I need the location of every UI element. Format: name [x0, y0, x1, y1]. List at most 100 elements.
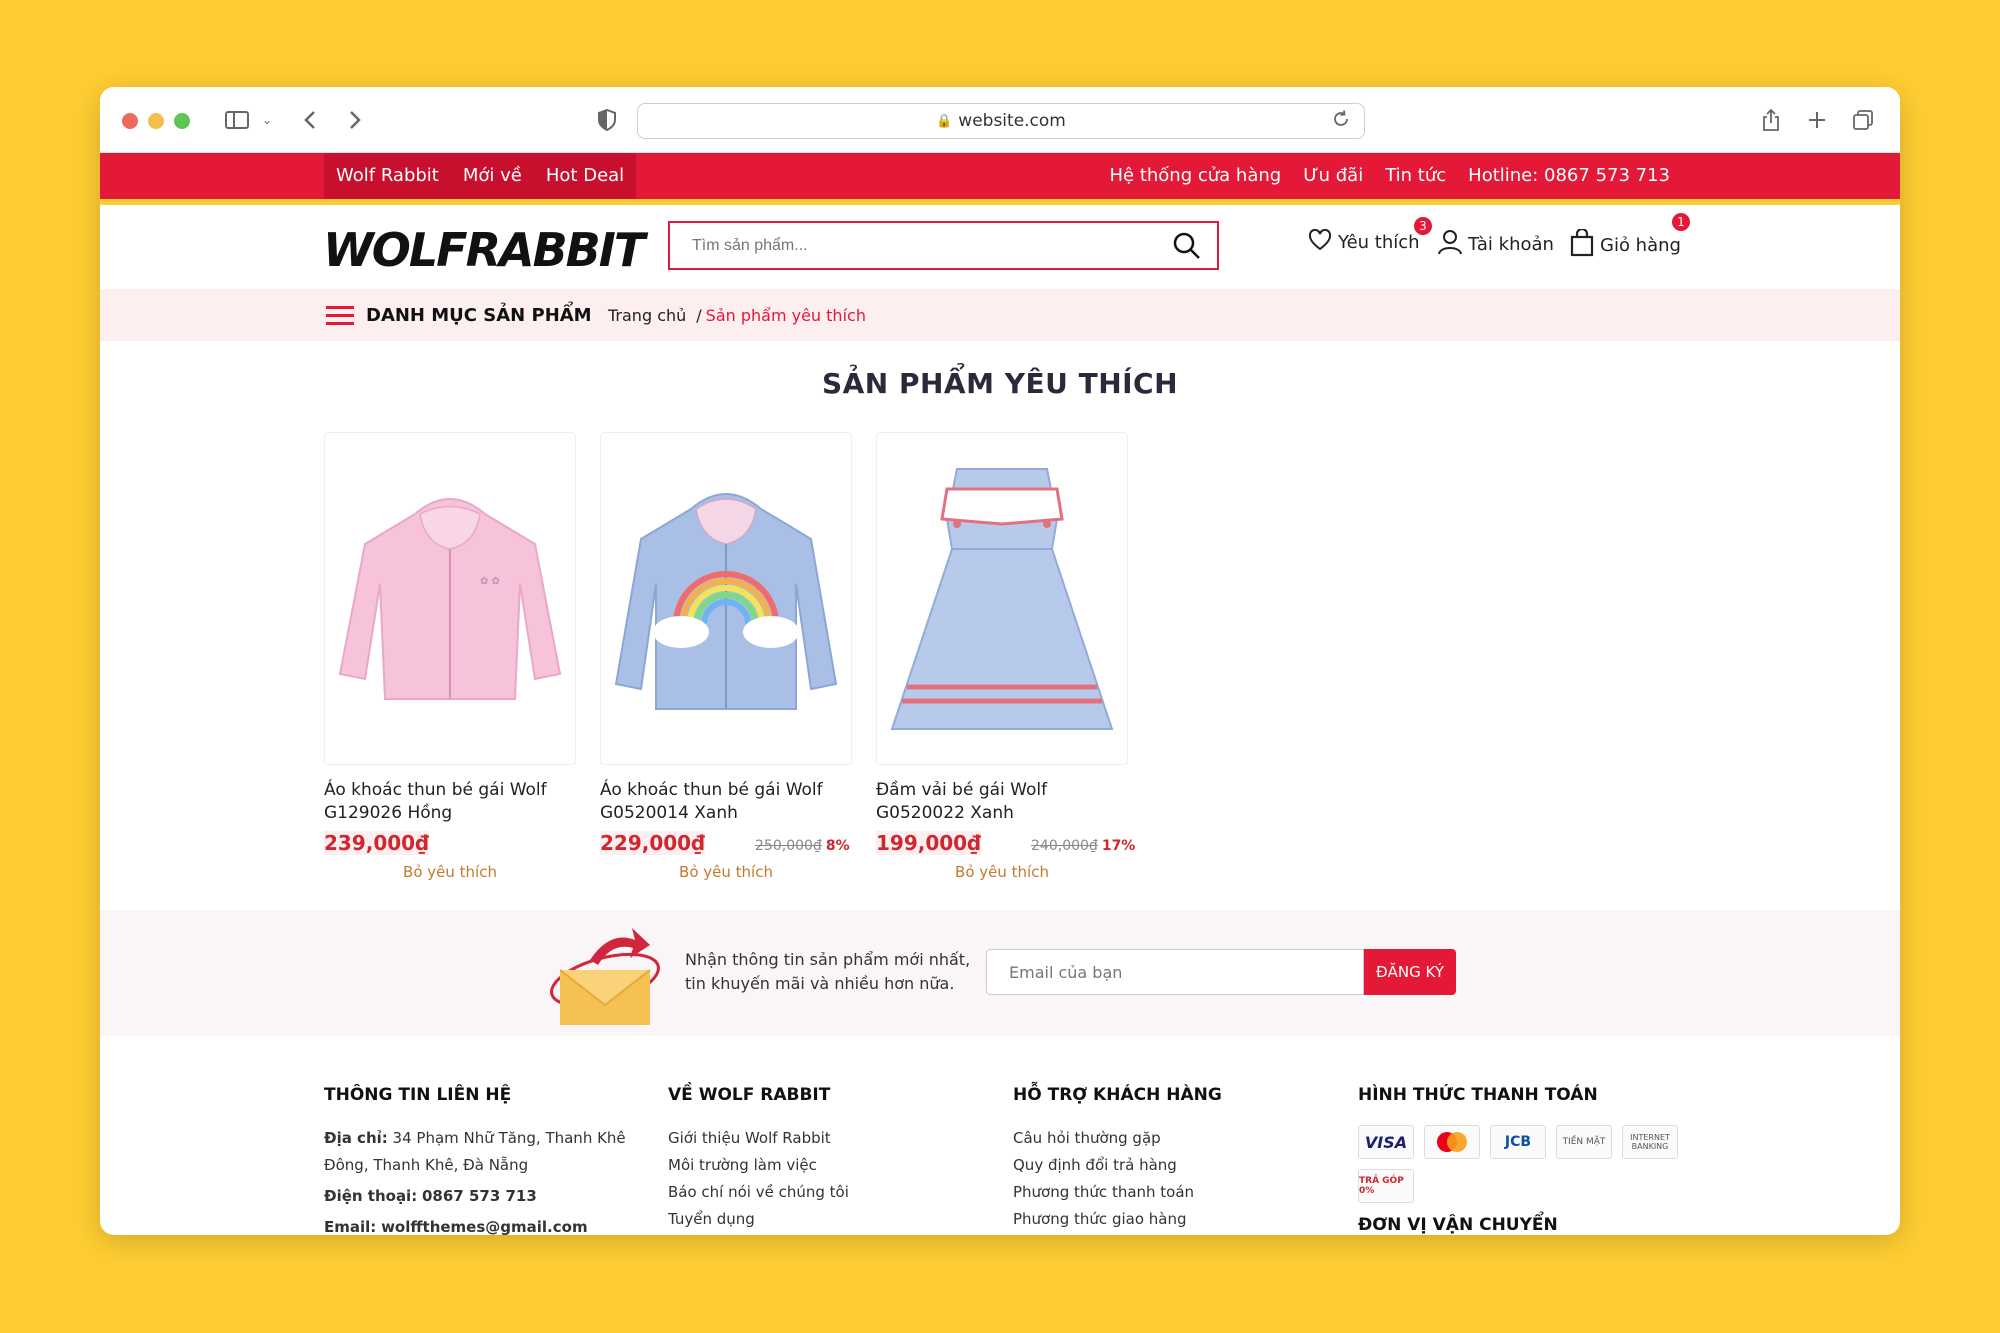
category-menu-button[interactable]: DANH MỤC SẢN PHẨM: [326, 289, 592, 341]
price-row: 199,000₫ 240,000₫ 17%: [876, 831, 1135, 855]
newsletter-text: Nhận thông tin sản phẩm mới nhất, tin kh…: [685, 950, 971, 993]
shopping-bag-icon: [1570, 227, 1594, 262]
search-box: [668, 221, 1219, 270]
product-card: ✿ ✿ Áo khoác thun bé gái Wolf G129026 Hồ…: [324, 432, 576, 881]
search-input[interactable]: [670, 223, 1157, 268]
phone-label: Điện thoại:: [324, 1187, 418, 1205]
email-value[interactable]: wolffthemes@gmail.com: [381, 1218, 588, 1235]
wishlist-link[interactable]: Yêu thích 3: [1308, 215, 1434, 256]
cart-label: Giỏ hàng: [1600, 235, 1681, 256]
nav-link-wolf-rabbit[interactable]: Wolf Rabbit: [324, 153, 451, 199]
cart-link[interactable]: Giỏ hàng 1: [1570, 211, 1692, 262]
cash-icon: TIỀN MẶT: [1556, 1125, 1612, 1159]
minimize-window-button[interactable]: [148, 113, 164, 129]
product-price: 199,000₫: [876, 831, 982, 855]
zoom-window-button[interactable]: [174, 113, 190, 129]
footer-link[interactable]: Tuyển dụng: [668, 1206, 968, 1233]
nav-link-news[interactable]: Tin tức: [1385, 153, 1446, 199]
reload-icon[interactable]: [1332, 110, 1350, 133]
breadcrumb: Trang chủ / Sản phẩm yêu thích: [608, 289, 866, 341]
footer-email: Email: wolffthemes@gmail.com: [324, 1214, 644, 1235]
shield-icon[interactable]: [592, 105, 622, 135]
product-old-price: 240,000₫: [1031, 838, 1098, 854]
share-icon[interactable]: [1756, 105, 1786, 135]
mastercard-icon: [1424, 1125, 1480, 1159]
nav-link-hot-deal[interactable]: Hot Deal: [534, 153, 636, 199]
footer-link[interactable]: Quy định đổi trả hàng: [1013, 1152, 1313, 1179]
forward-icon[interactable]: [340, 105, 370, 135]
product-name[interactable]: Đầm vải bé gái Wolf G0520022 Xanh: [876, 779, 1128, 825]
footer-payment: HÌNH THỨC THANH TOÁN VISA JCB TIỀN MẶT I…: [1358, 1085, 1698, 1235]
hamburger-menu-icon: [326, 301, 354, 330]
browser-toolbar: ⌄ 🔒 website.com: [100, 87, 1900, 153]
product-price: 229,000₫: [600, 831, 706, 855]
url-text: website.com: [958, 111, 1066, 131]
hotline-text[interactable]: Hotline: 0867 573 713: [1468, 153, 1670, 199]
newsletter-subscribe-button[interactable]: ĐĂNG KÝ: [1364, 949, 1456, 995]
back-icon[interactable]: [295, 105, 325, 135]
sidebar-toggle-icon[interactable]: [222, 105, 252, 135]
search-icon[interactable]: [1157, 223, 1217, 268]
account-label: Tài khoản: [1468, 234, 1554, 255]
lock-icon: 🔒: [936, 113, 953, 129]
nav-link-new-arrivals[interactable]: Mới về: [451, 153, 534, 199]
site-header: WOLFRABBIT Yêu thích 3 Tài khoản Giỏ hàn…: [100, 205, 1900, 289]
product-image[interactable]: [876, 432, 1128, 765]
footer-link[interactable]: Giới thiệu Wolf Rabbit: [668, 1125, 968, 1152]
footer-link[interactable]: Phương thức thanh toán: [1013, 1179, 1313, 1206]
new-tab-icon[interactable]: [1802, 105, 1832, 135]
close-window-button[interactable]: [122, 113, 138, 129]
tab-overview-icon[interactable]: [1848, 105, 1878, 135]
heart-icon: [1308, 228, 1332, 256]
footer-link[interactable]: Câu hỏi thường gặp: [1013, 1125, 1313, 1152]
footer-about: VỀ WOLF RABBIT Giới thiệu Wolf Rabbit Mô…: [668, 1085, 968, 1233]
svg-text:✿ ✿: ✿ ✿: [480, 576, 500, 587]
product-name[interactable]: Áo khoác thun bé gái Wolf G129026 Hồng: [324, 779, 576, 825]
hoodie-image-icon: ✿ ✿: [338, 497, 562, 700]
breadcrumb-home[interactable]: Trang chủ: [608, 306, 686, 325]
footer-contact-title: THÔNG TIN LIÊN HỆ: [324, 1085, 512, 1105]
breadcrumb-current: Sản phẩm yêu thích: [705, 305, 866, 325]
chevron-down-icon[interactable]: ⌄: [252, 105, 282, 135]
browser-window: ⌄ 🔒 website.com Wolf Rabbit Mới về Hot D…: [100, 87, 1900, 1235]
wishlist-label: Yêu thích: [1338, 232, 1420, 253]
product-discount: 17%: [1101, 838, 1136, 854]
footer-contact: THÔNG TIN LIÊN HỆ Địa chỉ: 34 Phạm Nhữ T…: [324, 1085, 644, 1235]
remove-from-wishlist-link[interactable]: Bỏ yêu thích: [324, 863, 576, 881]
product-price: 239,000₫: [324, 831, 430, 855]
product-image[interactable]: ✿ ✿: [324, 432, 576, 765]
account-link[interactable]: Tài khoản: [1438, 229, 1554, 260]
product-card: Áo khoác thun bé gái Wolf G0520014 Xanh …: [600, 432, 852, 881]
nav-link-store-system[interactable]: Hệ thống cửa hàng: [1109, 153, 1281, 199]
remove-from-wishlist-link[interactable]: Bỏ yêu thích: [600, 863, 852, 881]
page-title: SẢN PHẨM YÊU THÍCH: [821, 367, 1179, 400]
nav-link-offers[interactable]: Ưu đãi: [1303, 153, 1363, 199]
site-logo[interactable]: WOLFRABBIT: [323, 223, 645, 277]
footer-link[interactable]: Phương thức giao hàng: [1013, 1206, 1313, 1233]
newsletter-section: Nhận thông tin sản phẩm mới nhất, tin kh…: [100, 910, 1900, 1036]
rainbow-hoodie-image-icon: [614, 492, 838, 710]
dress-image-icon: [890, 467, 1114, 730]
breadcrumb-separator: /: [696, 305, 702, 325]
footer-address: Địa chỉ: 34 Phạm Nhữ Tăng, Thanh Khê Đôn…: [324, 1125, 644, 1179]
envelope-icon: [550, 928, 660, 1025]
footer-about-title: VỀ WOLF RABBIT: [668, 1085, 831, 1105]
address-bar[interactable]: 🔒 website.com: [637, 103, 1365, 139]
top-nav-bar: Wolf Rabbit Mới về Hot Deal Hệ thống cửa…: [100, 153, 1900, 199]
newsletter-email-input[interactable]: Email của bạn: [986, 949, 1364, 995]
footer-shipping-title: ĐƠN VỊ VẬN CHUYỂN: [1358, 1215, 1558, 1235]
product-image[interactable]: [600, 432, 852, 765]
footer-phone: Điện thoại: 0867 573 713: [324, 1183, 644, 1210]
product-discount: 8%: [825, 838, 850, 854]
user-icon: [1438, 229, 1462, 260]
footer-link[interactable]: Môi trường làm việc: [668, 1152, 968, 1179]
product-card: Đầm vải bé gái Wolf G0520022 Xanh 199,00…: [876, 432, 1135, 881]
remove-from-wishlist-link[interactable]: Bỏ yêu thích: [876, 863, 1128, 881]
footer-link[interactable]: Báo chí nói về chúng tôi: [668, 1179, 968, 1206]
payment-methods: VISA JCB TIỀN MẶT INTERNET BANKING TRẢ G…: [1358, 1125, 1688, 1203]
product-name[interactable]: Áo khoác thun bé gái Wolf G0520014 Xanh: [600, 779, 852, 825]
installment-icon: TRẢ GÓP 0%: [1358, 1169, 1414, 1203]
footer-support-title: HỖ TRỢ KHÁCH HÀNG: [1013, 1085, 1222, 1105]
footer-payment-title: HÌNH THỨC THANH TOÁN: [1358, 1085, 1598, 1105]
phone-value[interactable]: 0867 573 713: [422, 1187, 537, 1205]
